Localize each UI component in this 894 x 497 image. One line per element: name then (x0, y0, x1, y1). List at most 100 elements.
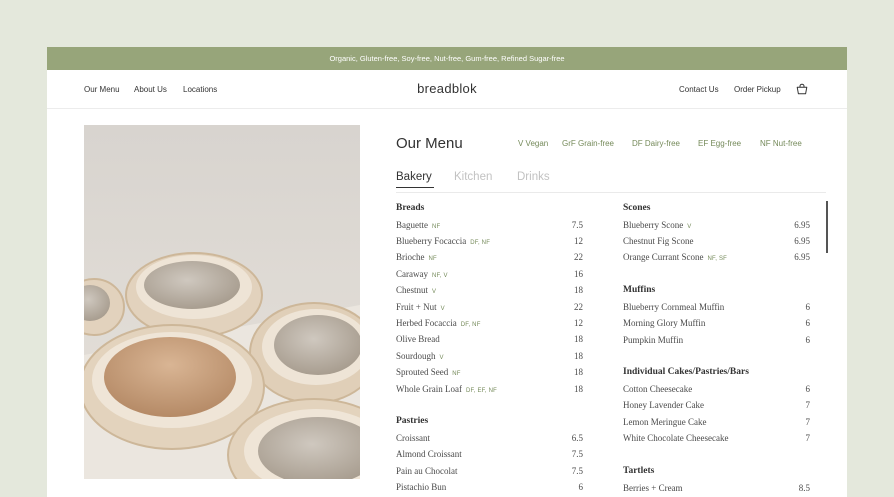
menu-scrollbar[interactable] (826, 201, 828, 253)
menu-item: Blueberry Focaccia DF, NF 12 (396, 233, 583, 249)
menu-item-name: Baguette (396, 219, 428, 230)
menu-item-price: 16 (574, 268, 583, 279)
menu-item: Lemon Meringue Cake 7 (623, 414, 810, 430)
menu-item-left: Lemon Meringue Cake (623, 417, 706, 427)
menu-item-left: Pain au Chocolat (396, 466, 458, 476)
menu-item-tags: NF (452, 371, 461, 378)
menu-item-price: 8.5 (798, 482, 810, 493)
menu-item-price: 12 (574, 236, 583, 247)
section-heading-breads: Breads (396, 203, 425, 213)
section-heading-pastries: Pastries (396, 416, 429, 427)
menu-item: Chestnut V 18 (396, 282, 583, 298)
menu-item-price: 6 (805, 334, 811, 345)
menu-item-price: 6.95 (794, 219, 810, 230)
menu-item-name: White Chocolate Cheesecake (623, 433, 729, 444)
menu-item: Almond Croissant 7.5 (396, 446, 583, 462)
menu-item-price: 18 (574, 383, 583, 394)
menu-item-price: 18 (574, 350, 583, 361)
menu-item-left: Morning Glory Muffin (623, 318, 705, 328)
menu-item-left: Herbed Focaccia DF, NF (396, 318, 481, 328)
menu-item-left: Blueberry Focaccia DF, NF (396, 236, 490, 246)
section-heading-individual-cakes-pastries-bars: Individual Cakes/Pastries/Bars (623, 367, 749, 378)
menu-item-name: Morning Glory Muffin (623, 318, 706, 329)
menu-item-price: 7 (805, 400, 811, 411)
menu-item-tags: NF (428, 256, 437, 263)
menu-item-price: 7 (805, 433, 811, 444)
menu-item: Honey Lavender Cake 7 (623, 397, 810, 413)
active-tab-indicator (396, 187, 434, 188)
menu-item-price: 18 (574, 367, 583, 378)
menu-item-price: 12 (574, 318, 583, 329)
legend-egg-free: EF Egg-free (698, 139, 742, 148)
menu-column-right: Scones Blueberry Scone V 6.95 Chestnut Fig S… (623, 200, 810, 496)
menu-item-name: Chestnut Fig Scone (623, 236, 694, 247)
menu-item-name: Whole Grain Loaf (396, 383, 462, 394)
menu-item-price: 22 (574, 301, 583, 312)
menu-item-price: 6.5 (571, 432, 583, 443)
menu-column-left: Breads Baguette NF 7.5 Blueberry Focaccia DF,… (396, 200, 583, 495)
page-frame: Organic, Gluten-free, Soy-free, Nut-free… (47, 47, 847, 497)
menu-item: Morning Glory Muffin 6 (623, 315, 810, 331)
section-heading-scones: Scones (623, 203, 651, 213)
menu-item-left: Blueberry Scone V (623, 220, 691, 230)
menu-item-price: 18 (574, 285, 583, 296)
menu-item-price: 7.5 (571, 219, 583, 230)
tab-bakery[interactable]: Bakery (396, 171, 432, 183)
menu-item-name: Caraway (396, 268, 428, 279)
menu-item-left: Orange Currant Scone NF, SF (623, 252, 727, 262)
menu-item-name: Brioche (396, 252, 425, 263)
shopping-bag-icon[interactable] (796, 83, 808, 95)
menu-item-left: Honey Lavender Cake (623, 400, 704, 410)
nav-contact-us[interactable]: Contact Us (679, 85, 719, 94)
menu-item-tags: DF, EF, NF (465, 387, 497, 394)
menu-item: Pistachio Bun 6 (396, 479, 583, 495)
menu-item: Blueberry Scone V 6.95 (623, 217, 810, 233)
menu-item: Herbed Focaccia DF, NF 12 (396, 315, 583, 331)
menu-item-tags: NF, SF (707, 256, 728, 263)
menu-item-name: Sourdough (396, 350, 436, 361)
menu-item: Sprouted Seed NF 18 (396, 364, 583, 380)
brand-logo[interactable]: breadblok (47, 81, 847, 96)
menu-item-name: Blueberry Scone (623, 219, 684, 230)
menu-item: Whole Grain Loaf DF, EF, NF 18 (396, 380, 583, 396)
menu-item-name: Sprouted Seed (396, 367, 449, 378)
menu-item: Orange Currant Scone NF, SF 6.95 (623, 249, 810, 265)
menu-item-name: Croissant (396, 432, 431, 443)
menu-item: Cotton Cheesecake 6 (623, 381, 810, 397)
menu-item-name: Orange Currant Scone (623, 252, 704, 263)
menu-item-price: 6 (805, 384, 811, 395)
menu-item-left: Pumpkin Muffin (623, 335, 683, 345)
legend-dairy-free: DF Dairy-free (632, 139, 681, 148)
menu-item-tags: V (440, 305, 445, 312)
menu-item-left: Cotton Cheesecake (623, 384, 692, 394)
announcement-banner: Organic, Gluten-free, Soy-free, Nut-free… (47, 47, 847, 70)
menu-item-left: Croissant (396, 433, 430, 443)
menu-item-price: 18 (574, 334, 583, 345)
menu-item: Berries + Cream 8.5 (623, 479, 810, 495)
menu-item: Blueberry Cornmeal Muffin 6 (623, 299, 810, 315)
menu-item-tags: DF, NF (460, 322, 481, 329)
menu-item-tags: V (687, 223, 692, 230)
menu-item-tags: V (439, 354, 444, 361)
tab-drinks[interactable]: Drinks (517, 171, 550, 183)
menu-item-name: Fruit + Nut (396, 301, 437, 312)
menu-item-tags: V (432, 289, 437, 296)
menu-item-price: 6 (578, 482, 584, 493)
menu-item: Fruit + Nut V 22 (396, 298, 583, 314)
section-heading-tartlets: Tartlets (623, 465, 655, 476)
menu-item-price: 7.5 (571, 449, 583, 460)
menu-item-tags: DF, NF (470, 240, 491, 247)
tab-kitchen[interactable]: Kitchen (454, 171, 492, 183)
nav-order-pickup[interactable]: Order Pickup (734, 85, 781, 94)
menu-item-name: Lemon Meringue Cake (623, 416, 707, 427)
menu-item-name: Blueberry Focaccia (396, 236, 467, 247)
menu-item-left: Sprouted Seed NF (396, 367, 461, 377)
menu-item: Pain au Chocolat 7.5 (396, 463, 583, 479)
menu-item: Pumpkin Muffin 6 (623, 331, 810, 347)
menu-item-left: Baguette NF (396, 220, 440, 230)
menu-item-name: Almond Croissant (396, 449, 462, 460)
menu-item-name: Pumpkin Muffin (623, 334, 684, 345)
